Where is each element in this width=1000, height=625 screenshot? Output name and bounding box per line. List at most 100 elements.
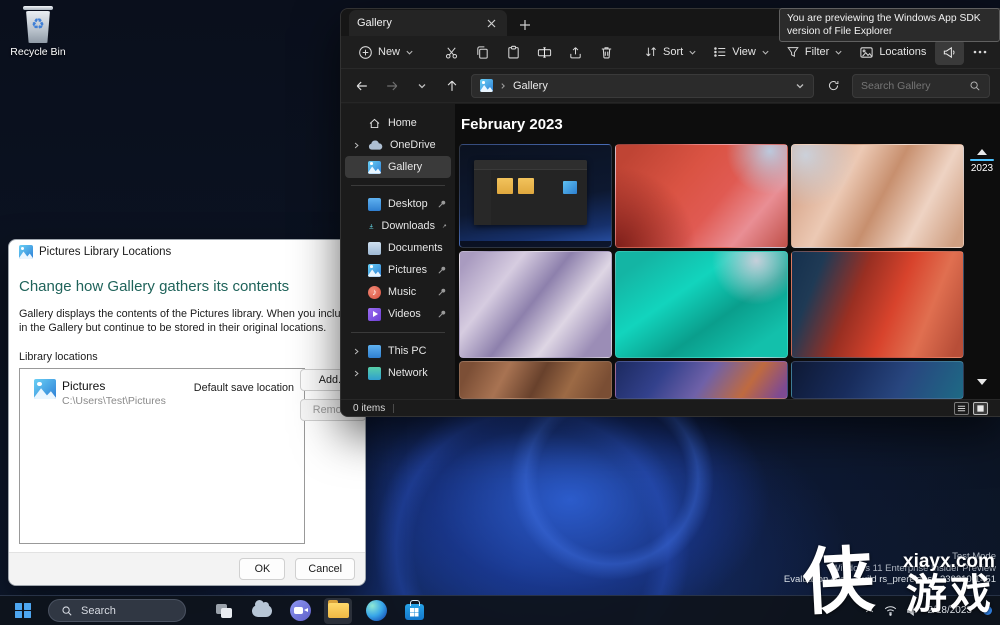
expand-chevron-icon[interactable] <box>351 370 361 377</box>
volume-icon[interactable] <box>906 605 919 617</box>
recycle-bin-shortcut[interactable]: ♻ Recycle Bin <box>2 6 74 58</box>
recycle-bin-icon: ♻ <box>2 6 74 43</box>
library-locations-listbox[interactable]: Pictures C:\Users\Test\Pictures Default … <box>19 368 305 544</box>
ok-button[interactable]: OK <box>239 558 285 580</box>
sort-button[interactable]: Sort <box>637 40 704 64</box>
address-bar: Gallery <box>341 69 1000 103</box>
pin-icon[interactable] <box>437 199 447 209</box>
start-button[interactable] <box>8 598 38 624</box>
tray-clock[interactable]: 2/18/2023 <box>928 605 973 616</box>
search-icon <box>969 80 981 92</box>
search-icon <box>61 605 73 617</box>
tray-date-label: 2/18/2023 <box>928 605 973 616</box>
preview-announcement-button[interactable] <box>935 40 964 65</box>
wifi-icon[interactable] <box>884 605 897 616</box>
see-more-button[interactable] <box>966 45 994 59</box>
library-location-row-pictures[interactable]: Pictures C:\Users\Test\Pictures Default … <box>20 369 304 407</box>
sidebar-item-music[interactable]: ♪ Music <box>345 281 451 303</box>
details-view-button[interactable] <box>954 402 969 415</box>
notification-badge[interactable] <box>983 606 992 615</box>
expand-chevron-icon[interactable] <box>351 348 361 355</box>
pin-icon[interactable] <box>437 309 447 319</box>
chat-camera-icon <box>290 600 311 621</box>
sidebar-item-this-pc[interactable]: This PC <box>345 340 451 362</box>
gallery-photo-thumbnail[interactable] <box>459 251 612 358</box>
documents-icon <box>368 242 381 255</box>
onedrive-cloud-icon <box>368 140 383 151</box>
up-button[interactable] <box>441 75 463 97</box>
sidebar-item-desktop[interactable]: Desktop <box>345 193 451 215</box>
gallery-group-header: February 2023 <box>461 116 563 133</box>
search-input[interactable] <box>861 80 963 92</box>
rename-button[interactable] <box>530 40 559 65</box>
tab-gallery[interactable]: Gallery <box>349 10 507 36</box>
task-view-button[interactable] <box>210 598 238 624</box>
expand-chevron-icon[interactable] <box>351 142 361 149</box>
back-button[interactable] <box>351 75 373 97</box>
item-count: 0 items <box>353 403 385 414</box>
search-box[interactable] <box>852 74 990 98</box>
breadcrumb-item-gallery[interactable]: Gallery <box>513 80 548 92</box>
scroll-down-icon[interactable] <box>977 379 987 385</box>
timeline-position-marker <box>970 159 994 161</box>
onedrive-taskbar-button[interactable] <box>248 598 276 624</box>
cut-button[interactable] <box>437 40 466 65</box>
new-button[interactable]: New <box>351 40 421 65</box>
edge-taskbar-button[interactable] <box>362 598 390 624</box>
gallery-photo-thumbnail[interactable] <box>791 144 964 248</box>
sidebar-item-onedrive[interactable]: OneDrive <box>345 134 451 156</box>
gallery-photo-thumbnail[interactable] <box>615 361 788 399</box>
gallery-photo-thumbnail[interactable] <box>791 361 964 399</box>
gallery-photo-thumbnail[interactable] <box>615 144 788 248</box>
sidebar-item-videos[interactable]: Videos <box>345 303 451 325</box>
forward-button[interactable] <box>381 75 403 97</box>
status-divider <box>393 404 394 413</box>
breadcrumb[interactable]: Gallery <box>471 74 814 98</box>
dialog-body-line2: in the Gallery but continue to be stored… <box>19 321 355 335</box>
sidebar-item-documents[interactable]: Documents <box>345 237 451 259</box>
microsoft-store-icon <box>405 604 424 620</box>
cancel-button[interactable]: Cancel <box>295 558 355 580</box>
refresh-button[interactable] <box>822 75 844 97</box>
tab-close-icon[interactable] <box>483 15 499 31</box>
dialog-titlebar[interactable]: Pictures Library Locations <box>9 240 365 264</box>
scroll-up-icon[interactable] <box>977 149 987 155</box>
chat-taskbar-button[interactable] <box>286 598 314 624</box>
delete-button[interactable] <box>592 40 621 65</box>
dialog-body-line1: Gallery displays the contents of the Pic… <box>19 307 355 321</box>
file-explorer-taskbar-button[interactable] <box>324 598 352 624</box>
pin-icon[interactable] <box>437 287 447 297</box>
taskbar-search[interactable]: Search <box>48 599 186 622</box>
gallery-photo-thumbnail[interactable] <box>615 251 788 358</box>
edge-browser-icon <box>366 600 387 621</box>
recent-locations-chevron[interactable] <box>411 75 433 97</box>
gallery-photo-thumbnail[interactable] <box>791 251 964 358</box>
folder-icon <box>328 603 349 618</box>
task-view-icon <box>216 604 232 618</box>
gallery-photo-thumbnail[interactable] <box>459 144 612 248</box>
locations-button[interactable]: Locations <box>852 40 933 65</box>
pictures-folder-icon <box>34 379 56 399</box>
pictures-library-icon <box>19 245 33 259</box>
network-icon <box>368 367 381 380</box>
timeline-scrubber[interactable]: 2023 <box>966 149 998 385</box>
store-taskbar-button[interactable] <box>400 598 428 624</box>
sidebar-item-pictures[interactable]: Pictures <box>345 259 451 281</box>
sidebar-item-gallery[interactable]: Gallery <box>345 156 451 178</box>
share-button[interactable] <box>561 40 590 65</box>
gallery-content-pane: February 2023 <box>455 104 1000 399</box>
paste-button[interactable] <box>499 40 528 65</box>
sidebar-item-network[interactable]: Network <box>345 362 451 384</box>
pin-icon[interactable] <box>442 221 447 231</box>
view-button[interactable]: View <box>706 40 777 64</box>
sidebar-item-home[interactable]: Home <box>345 112 451 134</box>
gallery-photo-thumbnail[interactable] <box>459 361 612 399</box>
filter-button[interactable]: Filter <box>779 40 850 64</box>
hidden-icons-chevron[interactable] <box>864 605 875 616</box>
sidebar-item-downloads[interactable]: Downloads <box>345 215 451 237</box>
pin-icon[interactable] <box>437 265 447 275</box>
address-dropdown-chevron[interactable] <box>795 81 805 91</box>
new-tab-button[interactable] <box>513 14 537 36</box>
copy-button[interactable] <box>468 40 497 65</box>
large-thumbnails-view-button[interactable] <box>973 402 988 415</box>
